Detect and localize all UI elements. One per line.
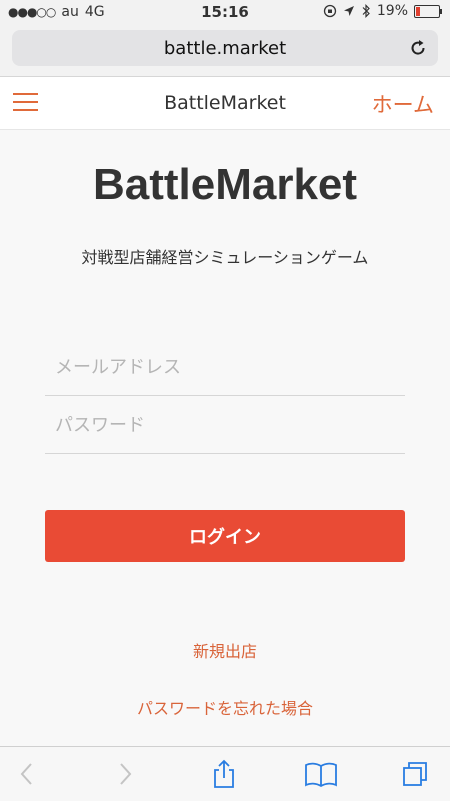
status-right: 19% <box>323 3 442 19</box>
battery-icon <box>414 4 442 18</box>
browser-toolbar <box>0 746 450 801</box>
login-button[interactable]: ログイン <box>45 510 405 562</box>
back-icon[interactable] <box>12 759 42 789</box>
email-field[interactable] <box>45 340 405 396</box>
page-subtitle: 対戦型店舗経営シミュレーションゲーム <box>81 248 369 267</box>
browser-chrome: battle.market <box>0 24 450 77</box>
battery-fill <box>416 6 420 16</box>
new-store-link[interactable]: 新規出店 <box>0 638 450 662</box>
forward-icon[interactable] <box>110 759 140 789</box>
status-bar: ●●●○○ au 4G 15:16 19% <box>0 0 450 24</box>
battery-percent: 19% <box>376 3 408 19</box>
orientation-lock-icon <box>323 4 337 18</box>
share-icon[interactable] <box>209 759 239 789</box>
forgot-password-link[interactable]: パスワードを忘れた場合 <box>0 695 450 719</box>
bookmarks-icon[interactable] <box>304 759 338 789</box>
reload-icon[interactable] <box>408 38 428 58</box>
home-link[interactable]: ホーム <box>372 89 434 119</box>
url-text: battle.market <box>163 37 287 59</box>
bluetooth-icon <box>362 4 370 18</box>
page-title: BattleMarket <box>92 160 358 209</box>
site-header: BattleMarket ホーム <box>0 77 450 130</box>
address-bar[interactable]: battle.market <box>12 30 438 66</box>
location-icon <box>343 6 354 16</box>
tabs-icon[interactable] <box>400 759 430 789</box>
password-field[interactable] <box>45 398 405 454</box>
